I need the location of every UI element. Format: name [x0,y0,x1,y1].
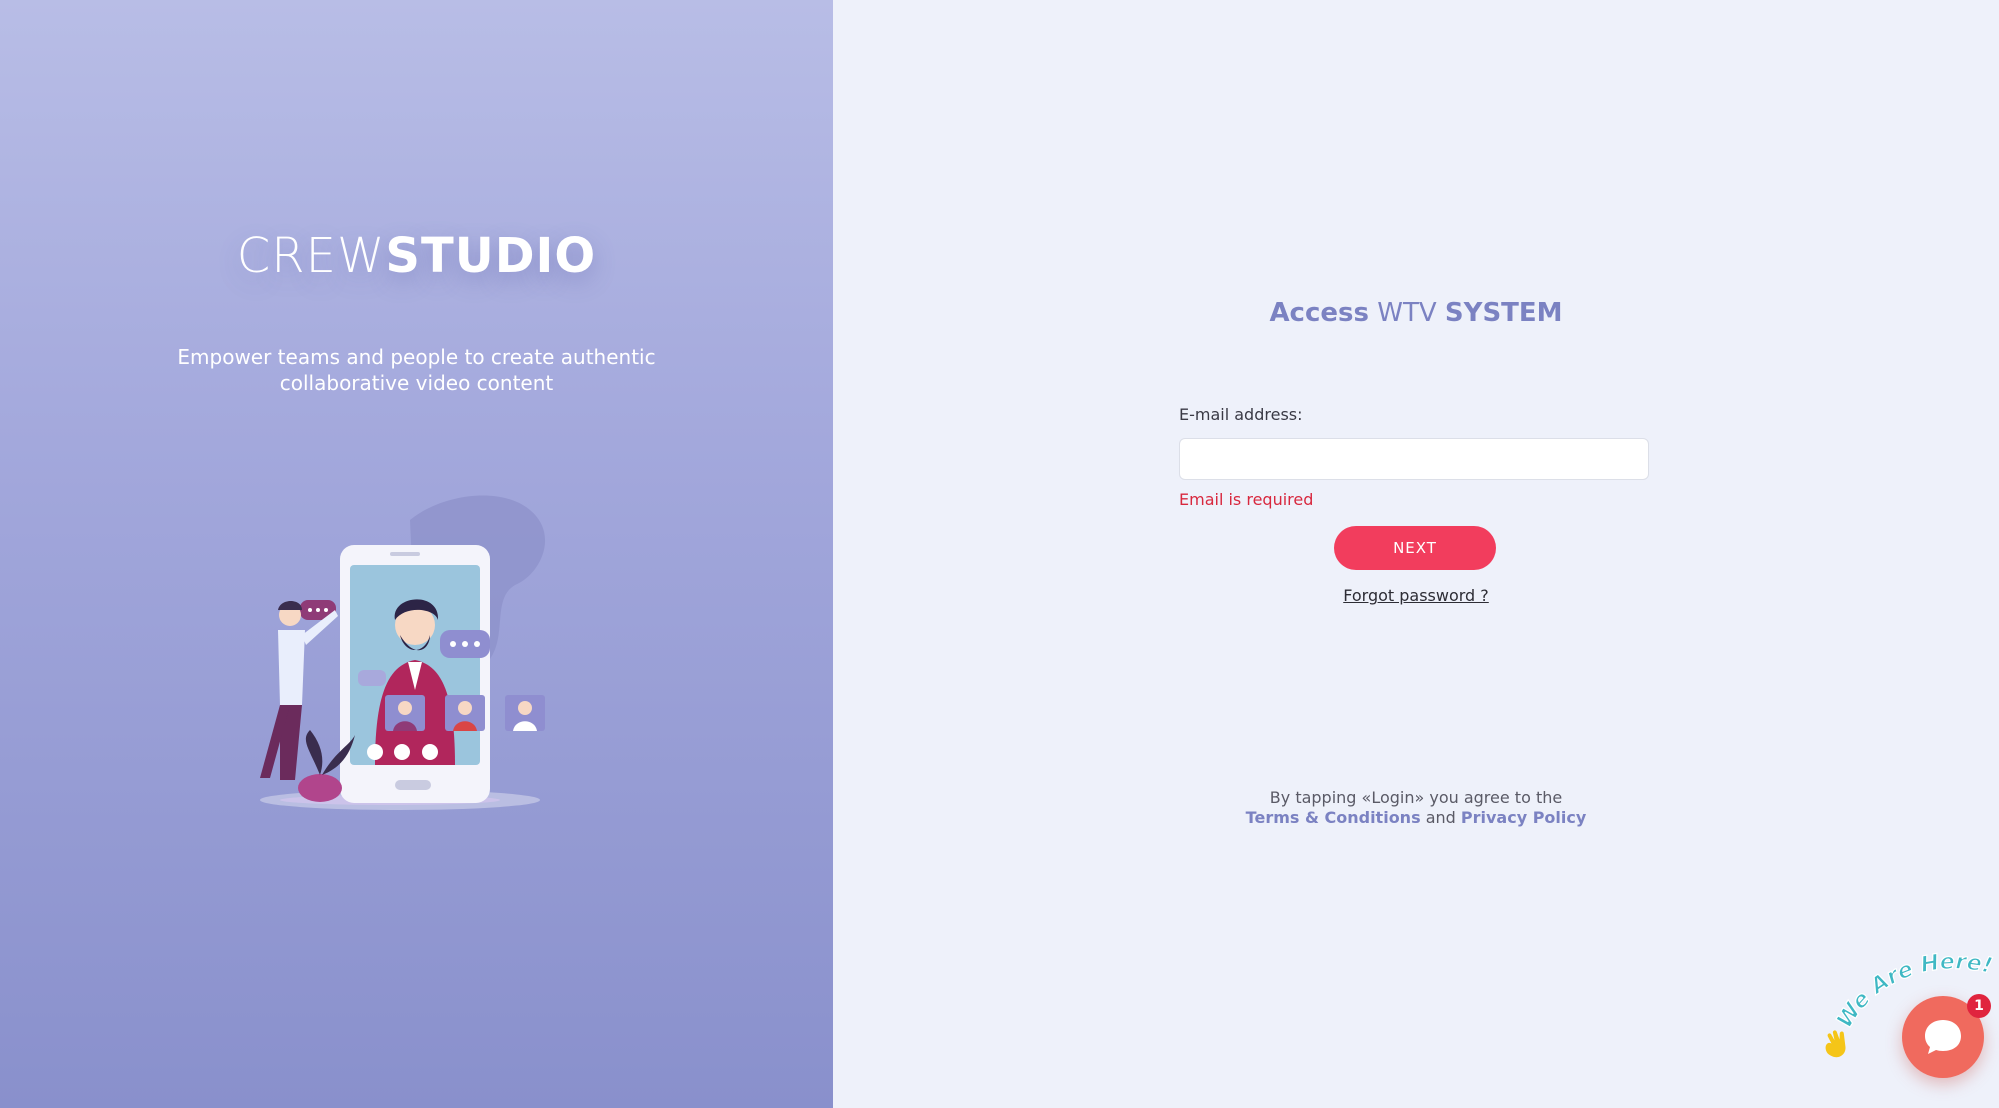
chat-bubble-icon [1925,1020,1961,1054]
title-wtv: WTV [1377,298,1437,328]
forgot-password-container: Forgot password ? [833,586,1999,605]
next-button[interactable]: NEXT [1334,526,1496,570]
logo-light-text: CREW [236,228,386,284]
terms-notice: By tapping «Login» you agree to the Term… [833,788,1999,828]
brand-tagline: Empower teams and people to create authe… [177,345,656,395]
login-title: Access WTV SYSTEM [833,298,1999,328]
brand-panel: CREWSTUDIO Empower teams and people to c… [0,0,833,1108]
privacy-policy-link[interactable]: Privacy Policy [1461,808,1586,827]
logo-bold-text: STUDIO [385,228,597,284]
chat-unread-badge: 1 [1967,994,1991,1018]
email-error-message: Email is required [1179,490,1314,509]
terms-prefix: By tapping «Login» you agree to the [1269,788,1563,807]
chat-widget: We Are Here! 1 [1814,948,1999,1108]
terms-links-line: Terms & Conditions and Privacy Policy [833,808,1999,828]
terms-conditions-link[interactable]: Terms & Conditions [1246,808,1421,827]
email-input[interactable] [1179,438,1649,480]
crewstudio-logo: CREWSTUDIO [0,228,833,284]
video-collaboration-illustration [260,495,546,810]
forgot-password-link[interactable]: Forgot password ? [1343,586,1489,605]
email-label: E-mail address: [1179,405,1303,424]
title-system: SYSTEM [1444,298,1563,328]
login-panel: Access WTV SYSTEM E-mail address: Email … [833,0,1999,1108]
title-access: Access [1269,298,1369,328]
terms-and: and [1425,808,1456,827]
login-page: CREWSTUDIO Empower teams and people to c… [0,0,1999,1108]
